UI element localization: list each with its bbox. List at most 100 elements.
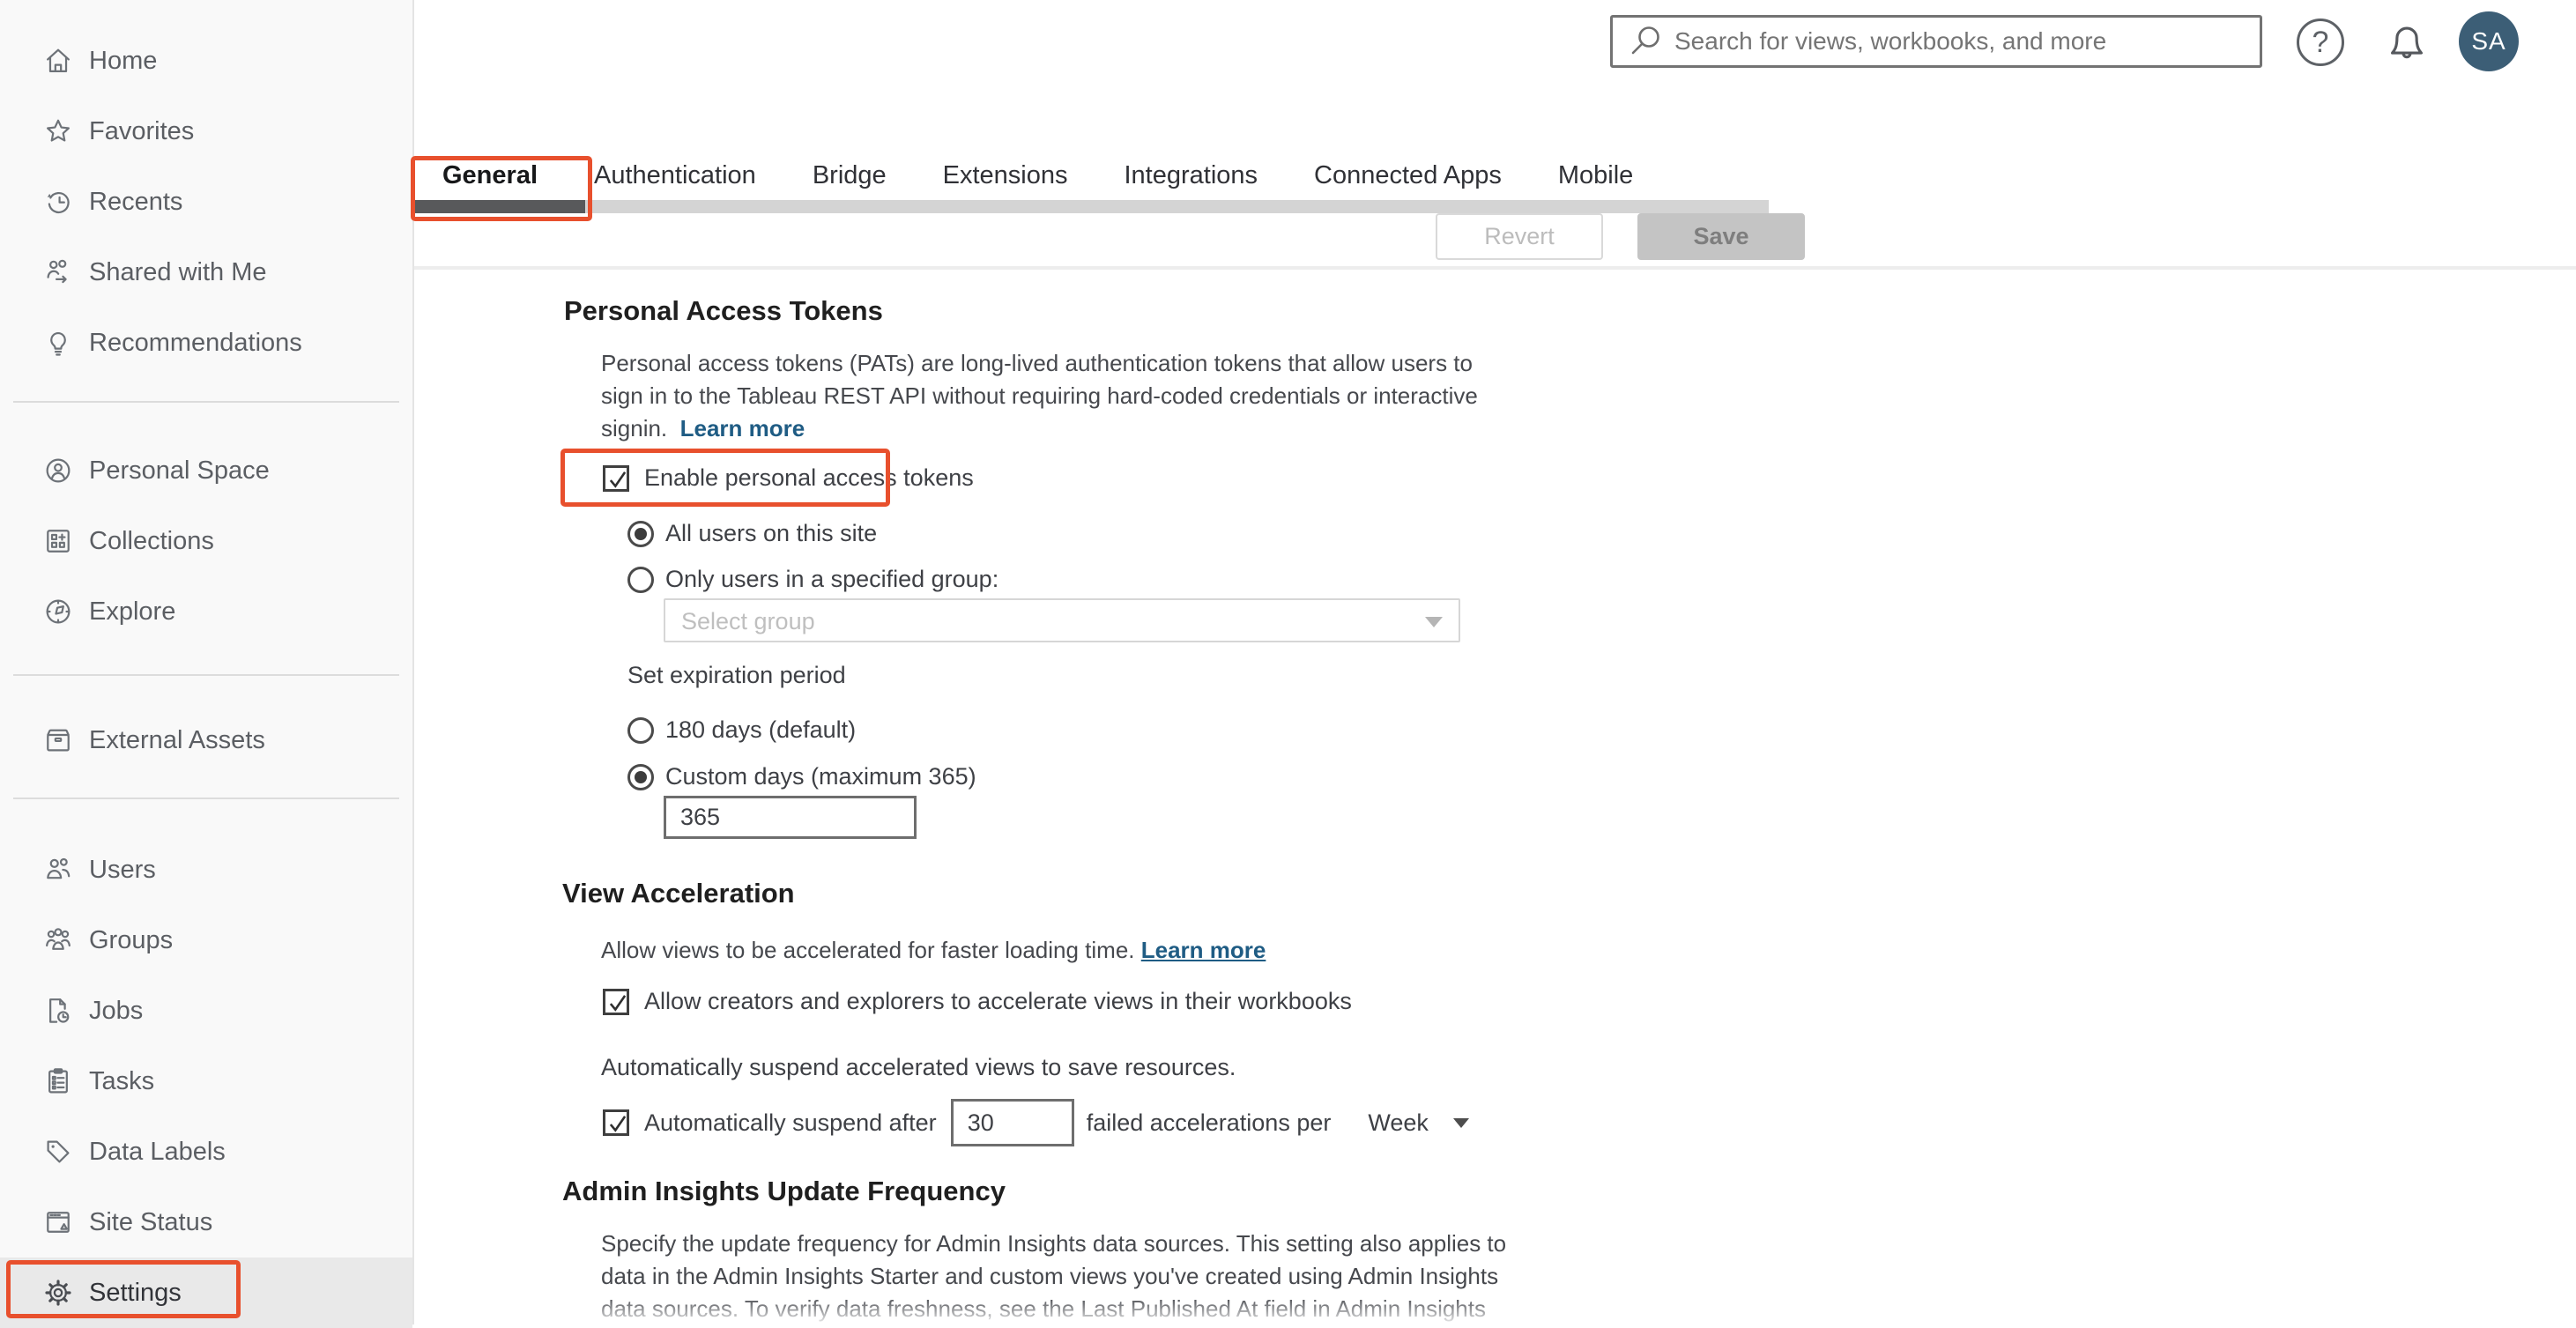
sidebar-item-recents[interactable]: Recents: [0, 167, 412, 237]
expiration-180-row: 180 days (default): [627, 716, 856, 744]
clock-history-icon: [47, 191, 70, 214]
auto-suspend-checkbox[interactable]: [603, 1109, 629, 1136]
sidebar-item-users[interactable]: Users: [0, 835, 412, 905]
sidebar-item-explore[interactable]: Explore: [0, 576, 412, 647]
enable-pat-label[interactable]: Enable personal access tokens: [644, 464, 974, 492]
pat-scope-group-row: Only users in a specified group:: [627, 566, 998, 593]
sidebar-item-recommendations[interactable]: Recommendations: [0, 308, 412, 378]
pat-section-title: Personal Access Tokens: [564, 295, 883, 326]
bell-icon[interactable]: [2381, 15, 2432, 70]
sidebar-item-external-assets[interactable]: External Assets: [0, 705, 412, 775]
period-value: Week: [1368, 1109, 1429, 1136]
suspend-note: Automatically suspend accelerated views …: [601, 1054, 1236, 1080]
chevron-down-icon: [1452, 1117, 1469, 1128]
sidebar-item-shared-with-me[interactable]: Shared with Me: [0, 237, 412, 308]
tab-connected-apps[interactable]: Connected Apps: [1286, 161, 1530, 190]
pat-description: Personal access tokens (PATs) are long-l…: [601, 347, 1478, 445]
expiration-period-label: Set expiration period: [627, 662, 846, 688]
allow-accelerate-checkbox[interactable]: [603, 988, 629, 1015]
tab-extensions[interactable]: Extensions: [915, 161, 1096, 190]
days-180-label[interactable]: 180 days (default): [665, 716, 856, 744]
site-status-icon: [47, 1212, 70, 1233]
search-icon: [1631, 26, 1659, 55]
sidebar-item-label: Home: [89, 46, 158, 75]
va-description: Allow views to be accelerated for faster…: [601, 937, 1266, 963]
sidebar-item-label: Data Labels: [89, 1137, 226, 1166]
chevron-down-icon: [1425, 617, 1443, 627]
failed-accelerations-input[interactable]: [950, 1099, 1074, 1146]
users-icon: [47, 857, 71, 879]
sidebar-item-label: Recents: [89, 187, 183, 216]
header-divider: [414, 266, 2576, 270]
tag-icon: [47, 1140, 70, 1163]
check-icon: [609, 471, 627, 488]
sidebar-item-settings[interactable]: Settings: [0, 1258, 412, 1328]
tab-general[interactable]: General: [414, 161, 566, 190]
group-select[interactable]: Select group: [664, 598, 1460, 642]
va-learn-more-link[interactable]: Learn more: [1141, 937, 1266, 963]
tab-bridge[interactable]: Bridge: [784, 161, 915, 190]
sidebar-item-data-labels[interactable]: Data Labels: [0, 1117, 412, 1187]
tab-authentication[interactable]: Authentication: [566, 161, 784, 190]
revert-button[interactable]: Revert: [1436, 213, 1603, 260]
sidebar-item-jobs[interactable]: Jobs: [0, 976, 412, 1046]
specified-group-radio[interactable]: [627, 566, 654, 593]
help-icon[interactable]: ?: [2297, 19, 2344, 66]
compass-icon: [46, 599, 71, 624]
sidebar-item-personal-space[interactable]: Personal Space: [0, 435, 412, 506]
help-glyph: ?: [2312, 25, 2329, 59]
ai-section-title: Admin Insights Update Frequency: [562, 1176, 1006, 1206]
sidebar-item-label: External Assets: [89, 725, 265, 754]
period-dropdown[interactable]: Week: [1368, 1109, 1469, 1137]
custom-days-input[interactable]: [664, 796, 917, 839]
sidebar-item-site-status[interactable]: Site Status: [0, 1187, 412, 1258]
clipboard-list-icon: [48, 1068, 68, 1094]
auto-suspend-label[interactable]: Automatically suspend after: [644, 1109, 937, 1137]
tab-integrations[interactable]: Integrations: [1096, 161, 1287, 190]
sidebar-item-label: Users: [89, 855, 156, 884]
sidebar-item-favorites[interactable]: Favorites: [0, 96, 412, 167]
sidebar-item-label: Explore: [89, 597, 176, 626]
custom-days-radio[interactable]: [627, 763, 654, 790]
avatar-initials: SA: [2471, 27, 2506, 55]
settings-tabs: General Authentication Bridge Extensions…: [414, 161, 1661, 190]
check-icon: [609, 994, 627, 1012]
va-section-title: View Acceleration: [562, 878, 795, 909]
search-input[interactable]: [1674, 18, 2256, 65]
avatar[interactable]: SA: [2459, 11, 2519, 71]
enable-pat-row: Enable personal access tokens: [603, 464, 974, 492]
expiration-custom-row: Custom days (maximum 365): [627, 763, 976, 790]
gear-icon: [45, 1280, 71, 1306]
search-box: [1610, 15, 2262, 68]
va-suspend-row: Automatically suspend after failed accel…: [603, 1098, 1469, 1147]
days-180-radio[interactable]: [627, 716, 654, 744]
sidebar-item-home[interactable]: Home: [0, 26, 412, 96]
tab-mobile[interactable]: Mobile: [1530, 161, 1661, 190]
all-users-radio[interactable]: [627, 520, 654, 547]
sidebar-divider: [13, 798, 399, 799]
check-icon: [609, 1116, 627, 1132]
lightbulb-icon: [50, 332, 66, 356]
save-button[interactable]: Save: [1637, 213, 1805, 260]
groups-icon: [46, 928, 71, 950]
pat-desc-line: Personal access tokens (PATs) are long-l…: [601, 350, 1473, 376]
sidebar-item-tasks[interactable]: Tasks: [0, 1046, 412, 1117]
ai-desc-line: data in the Admin Insights Starter and c…: [601, 1263, 1499, 1289]
sidebar-item-label: Shared with Me: [89, 257, 267, 286]
active-tab-indicator: [414, 200, 585, 213]
enable-pat-checkbox[interactable]: [603, 464, 629, 492]
custom-days-label[interactable]: Custom days (maximum 365): [665, 763, 976, 790]
home-icon: [47, 48, 70, 72]
pat-learn-more-link[interactable]: Learn more: [680, 415, 805, 441]
sidebar-item-collections[interactable]: Collections: [0, 506, 412, 576]
sidebar-item-label: Settings: [89, 1278, 182, 1307]
group-select-placeholder: Select group: [681, 608, 815, 634]
sidebar-item-label: Jobs: [89, 996, 144, 1025]
all-users-label[interactable]: All users on this site: [665, 520, 877, 547]
sidebar-item-label: Personal Space: [89, 456, 270, 485]
allow-accelerate-label[interactable]: Allow creators and explorers to accelera…: [644, 988, 1352, 1015]
sidebar-item-groups[interactable]: Groups: [0, 905, 412, 976]
specified-group-label[interactable]: Only users in a specified group:: [665, 566, 998, 593]
sidebar-item-label: Recommendations: [89, 328, 302, 357]
suspend-suffix-label: failed accelerations per: [1086, 1109, 1332, 1136]
